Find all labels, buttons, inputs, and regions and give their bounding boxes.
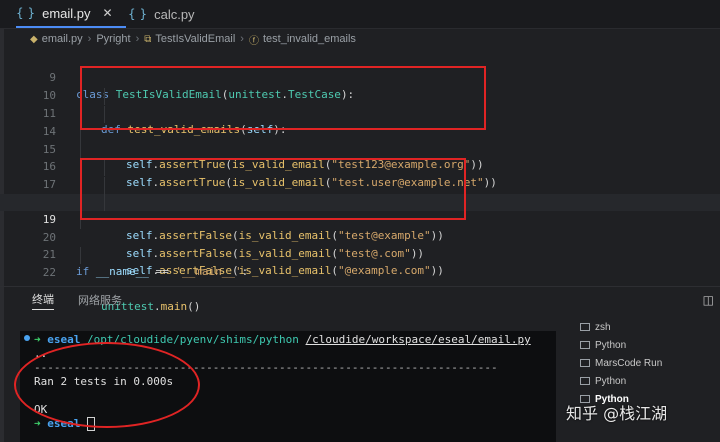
terminal-list-label: MarsCode Run xyxy=(595,357,663,369)
code-text: if __name__ == '__main__': xyxy=(76,265,249,278)
terminal-icon xyxy=(580,323,590,331)
class-icon: ⧉ xyxy=(144,33,152,45)
terminal-list-item[interactable]: zsh xyxy=(580,318,720,336)
terminal-icon xyxy=(580,359,590,367)
terminal-status-dot xyxy=(24,335,30,341)
python-file-icon: { } xyxy=(128,7,148,21)
code-line: 22 unittest.main() xyxy=(0,247,720,313)
terminal-list-label: Python xyxy=(595,375,627,387)
indent-guide xyxy=(80,141,81,158)
watermark: 知乎 @栈江湖 xyxy=(566,404,668,423)
panel-tab-bar: 终端 网络服务 ◫ xyxy=(0,286,720,313)
chevron-right-icon: › xyxy=(87,33,92,45)
code-line: 16 def test_invalid_emails(self): xyxy=(0,141,720,207)
close-icon[interactable]: ✕ xyxy=(103,6,113,20)
indent-guide xyxy=(80,247,81,264)
highlight-oval xyxy=(14,342,200,428)
tab-label: calc.py xyxy=(154,6,195,22)
tab-email-py[interactable]: { } email.py ✕ xyxy=(16,0,126,28)
tab-calc-py[interactable]: { } calc.py xyxy=(128,0,208,28)
breadcrumb-pyright[interactable]: Pyright xyxy=(96,33,130,45)
prompt-arrow-icon: ➜ xyxy=(34,333,41,346)
chevron-right-icon: › xyxy=(240,33,244,45)
breadcrumb: ◆ email.py › Pyright › ⧉ TestIsValidEmai… xyxy=(30,30,356,48)
breadcrumb-class[interactable]: TestIsValidEmail xyxy=(155,33,235,45)
breadcrumb-method[interactable]: test_invalid_emails xyxy=(263,33,356,45)
method-icon: ⓕ xyxy=(248,35,259,47)
highlight-box-invalid xyxy=(80,158,466,220)
breadcrumb-file[interactable]: email.py xyxy=(42,33,83,45)
terminal-list-item[interactable]: Python xyxy=(580,336,720,354)
tab-terminal[interactable]: 终端 xyxy=(32,291,54,310)
chevron-right-icon: › xyxy=(135,33,140,45)
code-line: 21 if __name__ == '__main__': xyxy=(0,229,720,278)
python-file-icon: { } xyxy=(16,6,36,20)
script-path[interactable]: /cloudide/workspace/eseal/email.py xyxy=(306,333,531,346)
terminal-icon xyxy=(580,377,590,385)
line-number: 22 xyxy=(42,266,56,279)
prompt-arrow-icon: ➜ xyxy=(34,417,41,430)
python-file-icon: ◆ xyxy=(30,33,38,45)
tab-label: email.py xyxy=(42,5,91,21)
terminal-list: zsh Python MarsCode Run Python Python xyxy=(580,318,720,408)
terminal-list-label: Python xyxy=(595,339,627,351)
tab-network-services[interactable]: 网络服务 xyxy=(78,292,122,308)
terminal-icon xyxy=(580,341,590,349)
split-panel-icon[interactable]: ◫ xyxy=(703,293,714,307)
highlight-box-valid xyxy=(80,66,486,130)
editor-tab-bar: { } email.py ✕ { } calc.py xyxy=(0,0,720,29)
terminal-list-label: zsh xyxy=(595,321,611,333)
terminal-list-item[interactable]: Python xyxy=(580,372,720,390)
terminal-list-item[interactable]: MarsCode Run xyxy=(580,354,720,372)
